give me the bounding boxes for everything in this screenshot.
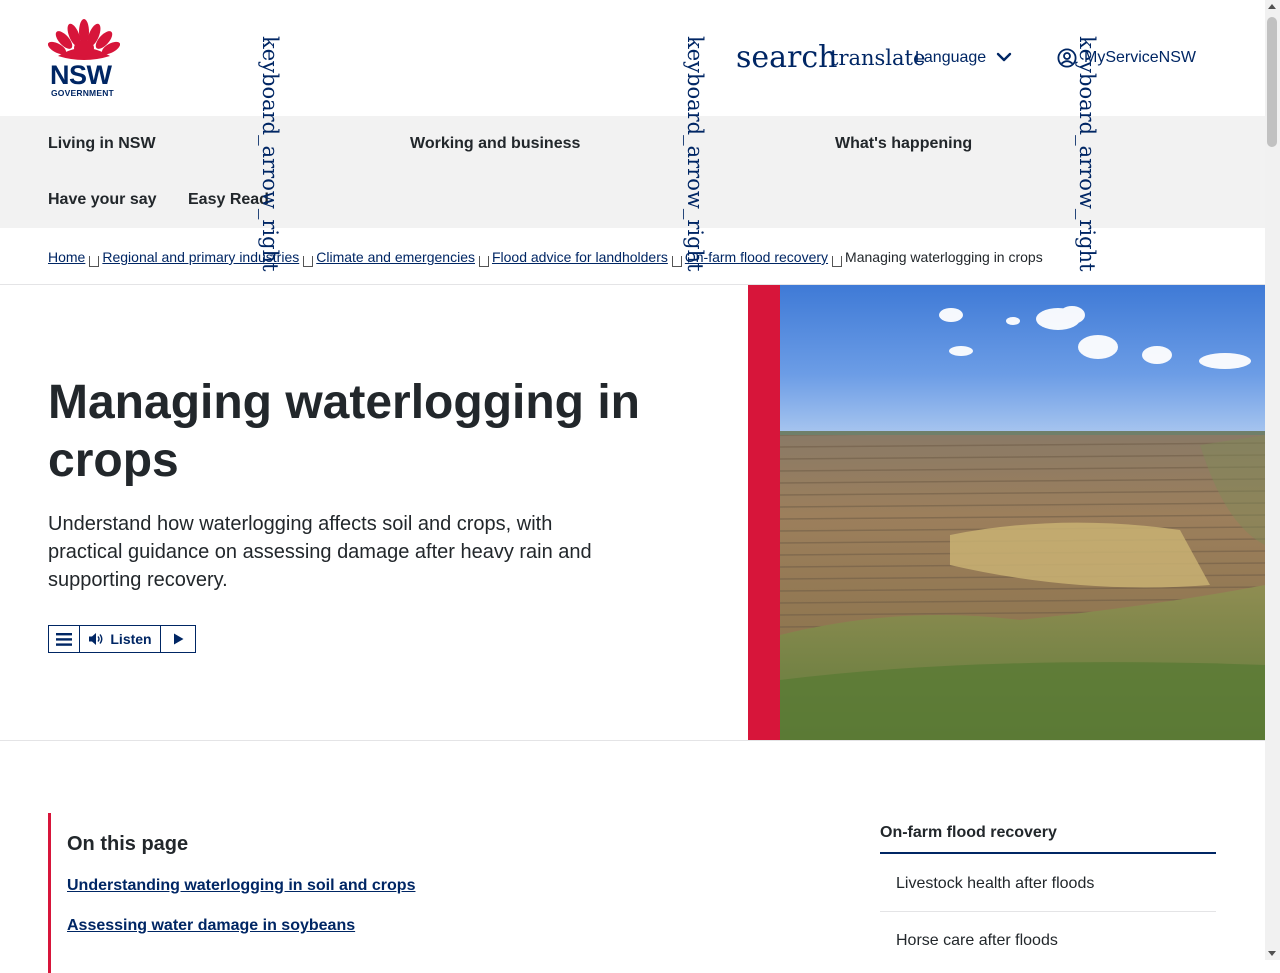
language-selector[interactable]: Language: [915, 49, 986, 67]
breadcrumb-separator-icon: [478, 255, 489, 267]
scroll-down-arrow-icon[interactable]: [1268, 951, 1276, 956]
nav-item-working-and-business[interactable]: Working and business: [410, 135, 580, 153]
scrollbar-thumb[interactable]: [1267, 17, 1277, 147]
vertical-scrollbar[interactable]: [1265, 0, 1280, 960]
side-nav-title-underline: [880, 852, 1216, 854]
hero-image-waterlogged-field: [780, 285, 1265, 740]
listen-label: Listen: [110, 631, 152, 647]
listen-player: Listen: [48, 625, 196, 653]
on-this-page-link-assessing-soybeans[interactable]: Assessing water damage in soybeans: [67, 917, 355, 935]
nav-item-easy-read[interactable]: Easy Read: [188, 191, 269, 209]
breadcrumb-on-farm-flood-recovery[interactable]: On-farm flood recovery: [685, 249, 828, 265]
myservicensw-link[interactable]: MyServiceNSW: [1084, 49, 1196, 67]
search-icon[interactable]: search: [736, 40, 838, 76]
breadcrumb-home[interactable]: Home: [48, 249, 85, 265]
breadcrumb-regional-primary-industries[interactable]: Regional and primary industries: [102, 249, 299, 265]
waratah-icon: [48, 19, 120, 60]
arrow-right-icon: keyboard_arrow_right: [258, 36, 282, 272]
listen-button[interactable]: Listen: [80, 626, 161, 652]
breadcrumb-separator-icon: [89, 255, 100, 267]
on-this-page-link-understanding-waterlogging[interactable]: Understanding waterlogging in soil and c…: [67, 877, 415, 895]
play-icon: [173, 633, 183, 645]
translate-icon[interactable]: translate: [830, 44, 925, 72]
divider: [0, 740, 1265, 741]
breadcrumb-separator-icon: [303, 255, 314, 267]
on-this-page-heading: On this page: [67, 833, 189, 855]
breadcrumb-current: Managing waterlogging in crops: [845, 249, 1043, 265]
on-this-page-box: On this page Understanding waterlogging …: [48, 813, 651, 973]
nav-item-living-in-nsw[interactable]: Living in NSW: [48, 135, 156, 153]
breadcrumb: Home Regional and primary industries Cli…: [48, 247, 1043, 267]
nav-item-have-your-say[interactable]: Have your say: [48, 191, 157, 209]
listen-menu-button[interactable]: [49, 626, 80, 652]
logo-wordmark: NSW: [50, 60, 112, 90]
breadcrumb-separator-icon: [832, 255, 843, 267]
play-button[interactable]: [161, 626, 195, 652]
side-nav-item-livestock-health[interactable]: Livestock health after floods: [896, 875, 1094, 893]
breadcrumb-separator-icon: [671, 255, 682, 267]
breadcrumb-flood-advice[interactable]: Flood advice for landholders: [492, 249, 668, 265]
side-nav-title[interactable]: On-farm flood recovery: [880, 824, 1057, 842]
side-nav-divider: [880, 911, 1216, 912]
page-intro: Understand how waterlogging affects soil…: [48, 513, 592, 591]
arrow-right-icon: keyboard_arrow_right: [683, 36, 707, 272]
menu-icon: [56, 632, 72, 646]
user-account-icon[interactable]: [1057, 48, 1077, 68]
speaker-icon: [89, 633, 103, 645]
arrow-right-icon: keyboard_arrow_right: [1075, 36, 1099, 272]
nav-item-whats-happening[interactable]: What's happening: [835, 135, 972, 153]
scroll-up-arrow-icon[interactable]: [1268, 4, 1276, 9]
page-title: Managing waterlogging in crops: [48, 376, 640, 487]
chevron-down-icon[interactable]: [996, 49, 1012, 65]
breadcrumb-climate-emergencies[interactable]: Climate and emergencies: [316, 249, 475, 265]
side-nav-item-horse-care[interactable]: Horse care after floods: [896, 932, 1058, 950]
hero-accent-band: [748, 285, 780, 740]
nsw-government-logo[interactable]: NSW GOVERNMENT: [48, 18, 120, 98]
logo-subtext: GOVERNMENT: [51, 88, 114, 98]
